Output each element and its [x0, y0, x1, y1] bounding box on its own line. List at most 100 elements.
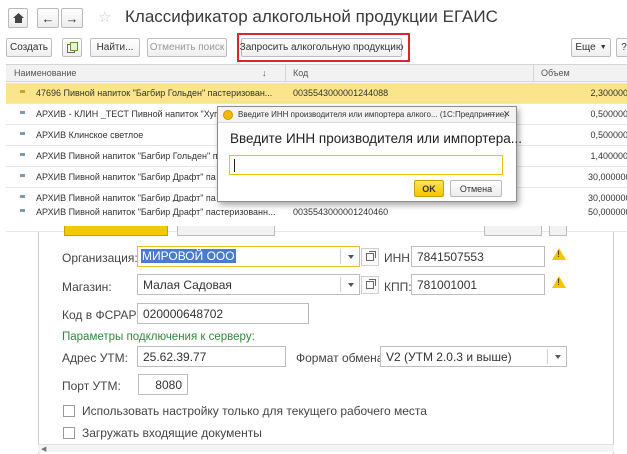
cell-volume: 1,400000 — [590, 151, 627, 161]
cancel-button[interactable]: Отмена — [450, 180, 502, 197]
cell-volume: 0,500000 — [590, 130, 627, 140]
shop-field[interactable]: Малая Садовая — [137, 274, 360, 295]
utm-address-field[interactable]: 25.62.39.77 — [137, 346, 286, 367]
format-label: Формат обмена: — [296, 351, 387, 365]
ok-button[interactable]: OK — [414, 180, 444, 197]
row-marker-icon — [20, 174, 25, 177]
create-button[interactable]: Создать — [6, 38, 52, 57]
forward-button[interactable]: → — [61, 8, 83, 28]
field-separator — [547, 349, 548, 364]
connection-section-title: Параметры подключения к серверу: — [62, 331, 255, 343]
chevron-down-icon[interactable] — [555, 355, 561, 359]
favorite-star-icon[interactable]: ☆ — [98, 8, 111, 26]
checkbox-current-workplace[interactable] — [63, 405, 75, 417]
panel-more-button[interactable] — [484, 226, 542, 236]
kpp-value: 781001001 — [417, 278, 478, 292]
checkbox-load-incoming-label: Загружать входящие документы — [82, 426, 262, 440]
dialog-titlebar: Введите ИНН производителя или импортера … — [218, 107, 516, 123]
horizontal-scrollbar[interactable]: ◀ — [38, 444, 614, 453]
cell-name: 47696 Пивной напиток "Багбир Гольден" па… — [36, 88, 273, 98]
warning-icon — [552, 248, 566, 260]
highlight-frame — [237, 33, 410, 62]
dialog-title: Введите ИНН производителя или импортера … — [238, 110, 507, 119]
kpp-label: КПП: — [384, 280, 412, 294]
table-row[interactable]: 47696 Пивной напиток "Багбир Гольден" па… — [6, 83, 627, 104]
shop-value: Малая Садовая — [143, 278, 232, 292]
chevron-down-icon[interactable] — [348, 283, 354, 287]
inn-input-dialog: Введите ИНН производителя или импортера … — [217, 106, 522, 202]
inn-input[interactable] — [229, 155, 503, 175]
fsrar-field[interactable]: 020000648702 — [137, 303, 309, 324]
panel-primary-button[interactable] — [64, 226, 168, 236]
panel-secondary-button[interactable] — [177, 226, 275, 236]
shop-open-button[interactable] — [361, 276, 379, 294]
open-link-icon — [366, 279, 376, 289]
field-separator — [340, 249, 341, 264]
find-button[interactable]: Найти... — [90, 38, 140, 57]
home-button[interactable] — [8, 8, 28, 28]
utm-address-value: 25.62.39.77 — [143, 350, 207, 364]
utm-address-label: Адрес УТМ: — [62, 351, 128, 365]
dialog-prompt: Введите ИНН производителя или импортера.… — [230, 131, 523, 146]
inn-label: ИНН: — [384, 251, 414, 265]
table-row[interactable]: АРХИВ Пивной напиток "Багбир Драфт" паст… — [6, 202, 627, 223]
cell-name: АРХИВ Пивной напиток "Багбир Драфт" паст… — [36, 207, 276, 217]
cell-code: 0035543000001240460 — [293, 207, 389, 217]
row-marker-icon — [20, 209, 25, 212]
scroll-left-icon[interactable]: ◀ — [41, 445, 46, 453]
arrow-left-icon: ← — [41, 10, 55, 26]
row-marker-icon — [20, 195, 25, 198]
row-marker-icon — [20, 153, 25, 156]
org-value: МИРОВОЙ ООО — [141, 249, 236, 263]
back-button[interactable]: ← — [37, 8, 59, 28]
org-label: Организация: — [62, 251, 138, 265]
cell-volume: 30,000000 — [588, 172, 627, 182]
format-value: V2 (УТМ 2.0.3 и выше) — [386, 350, 512, 364]
port-field[interactable]: 8080 — [138, 374, 188, 395]
column-divider — [533, 65, 534, 81]
fsrar-value: 020000648702 — [143, 307, 224, 321]
chevron-down-icon[interactable] — [348, 255, 354, 259]
copy-icon — [66, 42, 78, 53]
field-separator — [340, 277, 341, 292]
app-1c-icon — [223, 110, 233, 120]
more-label: Еще — [575, 42, 596, 53]
fsrar-label: Код в ФСРАР: — [62, 308, 140, 322]
help-button[interactable]: ? — [616, 38, 627, 57]
cell-volume: 0,500000 — [590, 109, 627, 119]
home-icon — [12, 13, 24, 23]
inn-field[interactable]: 7841507553 — [411, 246, 545, 267]
column-header-name[interactable]: Наименование — [14, 68, 76, 78]
column-divider — [285, 65, 286, 81]
inn-value: 7841507553 — [417, 250, 484, 264]
cancel-search-button[interactable]: Отменить поиск — [147, 38, 227, 57]
text-caret — [234, 159, 235, 172]
shop-label: Магазин: — [62, 280, 112, 294]
cell-code: 0035543000001244088 — [293, 88, 389, 98]
more-button[interactable]: Еще ▼ — [571, 38, 611, 57]
page-title: Классификатор алкогольной продукции ЕГАИ… — [125, 7, 498, 26]
arrow-right-icon: → — [65, 10, 79, 26]
port-label: Порт УТМ: — [62, 379, 121, 393]
column-header-volume[interactable]: Объем — [541, 68, 570, 78]
column-header-code[interactable]: Код — [293, 68, 308, 78]
panel-help-button[interactable] — [549, 226, 567, 236]
row-marker-icon — [20, 111, 25, 114]
format-select[interactable]: V2 (УТМ 2.0.3 и выше) — [380, 346, 567, 367]
org-field[interactable]: МИРОВОЙ ООО — [137, 246, 360, 267]
close-icon[interactable]: ✕ — [503, 109, 511, 120]
row-marker-icon — [20, 90, 25, 93]
org-open-button[interactable] — [361, 248, 379, 266]
table-header: Наименование ↓ Код Объем — [6, 64, 627, 82]
copy-button[interactable] — [62, 38, 82, 57]
sort-down-icon: ↓ — [262, 68, 267, 78]
kpp-field[interactable]: 781001001 — [411, 274, 545, 295]
row-marker-icon — [20, 132, 25, 135]
checkbox-load-incoming[interactable] — [63, 427, 75, 439]
cell-volume: 50,000000 — [588, 207, 627, 217]
port-value: 8080 — [155, 378, 182, 392]
checkbox-current-workplace-label: Использовать настройку только для текуще… — [82, 404, 427, 418]
warning-icon — [552, 276, 566, 288]
minimize-icon[interactable]: — — [486, 109, 495, 119]
cell-volume: 2,300000 — [590, 88, 627, 98]
